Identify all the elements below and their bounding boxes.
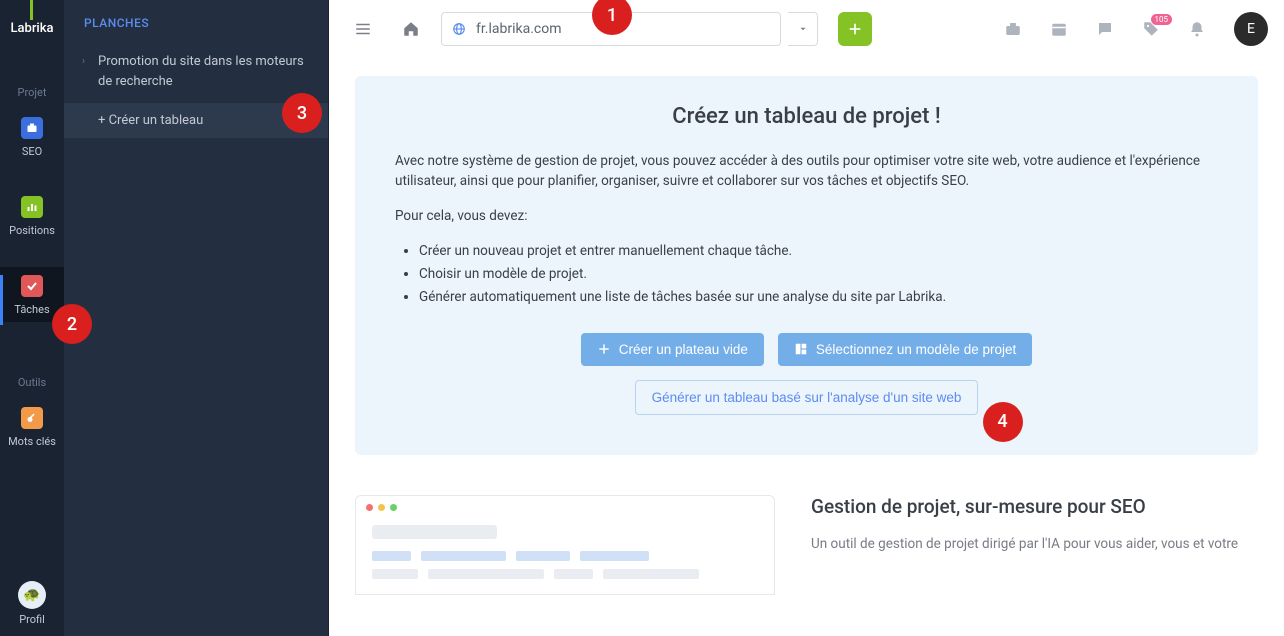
create-empty-board-button[interactable]: Créer un plateau vide	[581, 333, 764, 366]
site-selector-value: fr.labrika.com	[476, 21, 561, 37]
chat-icon[interactable]	[1088, 12, 1122, 46]
user-avatar-initial: E	[1247, 21, 1255, 37]
add-button[interactable]	[838, 12, 872, 46]
primary-nav-rail: Labrika Projet SEO Positions Tâches 2 Ou…	[0, 0, 64, 636]
tutorial-marker-1: 1	[592, 0, 632, 35]
content-scroll: Créez un tableau de projet ! Avec notre …	[329, 58, 1284, 636]
select-template-label: Sélectionnez un modèle de projet	[816, 342, 1016, 357]
toolbox-icon[interactable]	[996, 12, 1030, 46]
nav-positions-label: Positions	[9, 224, 55, 237]
profile-avatar-icon: 🐢	[18, 581, 46, 609]
generate-from-analysis-button[interactable]: Générer un tableau basé sur l'analyse d'…	[635, 380, 979, 415]
card-button-row-1: Créer un plateau vide Sélectionnez un mo…	[395, 333, 1218, 366]
home-button[interactable]	[393, 11, 429, 47]
brand-logo: Labrika	[0, 0, 64, 56]
secondary-sidebar: PLANCHES › Promotion du site dans les mo…	[64, 0, 329, 636]
main-area: fr.labrika.com 1 E Créez un	[329, 0, 1284, 636]
rail-section-project: Projet	[18, 86, 47, 99]
secondary-section: Gestion de projet, sur-mesure pour SEO U…	[355, 495, 1258, 595]
bell-icon[interactable]	[1180, 12, 1214, 46]
nav-keywords[interactable]: Mots clés	[0, 399, 64, 454]
browser-mock-illustration	[355, 495, 775, 595]
sidebar-board-item[interactable]: › Promotion du site dans les moteurs de …	[64, 44, 328, 99]
card-paragraph-2: Pour cela, vous devez:	[395, 206, 1218, 226]
sidebar-create-board[interactable]: + Créer un tableau 3	[64, 103, 328, 138]
calendar-icon[interactable]	[1042, 12, 1076, 46]
card-list-item: Générer automatiquement une liste de tâc…	[419, 286, 1218, 309]
checkmark-icon	[21, 275, 43, 297]
sidebar-header: PLANCHES	[64, 0, 328, 44]
nav-tasks-label: Tâches	[14, 303, 49, 316]
nav-seo[interactable]: SEO	[0, 109, 64, 164]
plus-icon	[597, 342, 611, 356]
card-list-item: Créer un nouveau projet et entrer manuel…	[419, 240, 1218, 263]
briefcase-icon	[21, 117, 43, 139]
secondary-title: Gestion de projet, sur-mesure pour SEO	[811, 495, 1238, 518]
nav-profile[interactable]: 🐢 Profil	[0, 581, 64, 626]
topbar: fr.labrika.com 1 E	[329, 0, 1284, 58]
nav-positions[interactable]: Positions	[0, 188, 64, 243]
chevron-right-icon: ›	[82, 54, 85, 69]
card-list: Créer un nouveau projet et entrer manuel…	[419, 240, 1218, 309]
tutorial-marker-4: 4	[983, 402, 1023, 442]
create-board-card: Créez un tableau de projet ! Avec notre …	[355, 76, 1258, 455]
sidebar-board-item-label: Promotion du site dans les moteurs de re…	[98, 54, 304, 89]
create-empty-board-label: Créer un plateau vide	[619, 342, 748, 357]
site-selector[interactable]: fr.labrika.com 1	[441, 12, 781, 46]
chart-icon	[21, 196, 43, 218]
card-title: Créez un tableau de projet !	[395, 104, 1218, 129]
card-paragraph-1: Avec notre système de gestion de projet,…	[395, 151, 1218, 192]
user-avatar[interactable]: E	[1234, 12, 1268, 46]
brand-name: Labrika	[10, 21, 53, 36]
rail-section-tools: Outils	[18, 376, 46, 389]
nav-keywords-label: Mots clés	[8, 435, 56, 448]
nav-tasks[interactable]: Tâches 2	[0, 267, 64, 322]
generate-from-analysis-label: Générer un tableau basé sur l'analyse d'…	[652, 390, 962, 405]
tutorial-marker-3: 3	[282, 93, 322, 133]
hamburger-menu-button[interactable]	[345, 11, 381, 47]
sidebar-create-board-label: + Créer un tableau	[98, 113, 203, 128]
secondary-text: Gestion de projet, sur-mesure pour SEO U…	[811, 495, 1238, 554]
tag-icon[interactable]	[1134, 12, 1168, 46]
select-template-button[interactable]: Sélectionnez un modèle de projet	[778, 333, 1032, 366]
site-selector-dropdown-button[interactable]	[788, 12, 818, 46]
nav-seo-label: SEO	[22, 145, 42, 158]
globe-icon	[452, 22, 466, 36]
card-list-item: Choisir un modèle de projet.	[419, 263, 1218, 286]
key-icon	[21, 407, 43, 429]
template-icon	[794, 342, 808, 356]
nav-profile-label: Profil	[19, 613, 45, 626]
secondary-paragraph: Un outil de gestion de projet dirigé par…	[811, 534, 1238, 554]
card-button-row-2: Générer un tableau basé sur l'analyse d'…	[395, 380, 1218, 415]
